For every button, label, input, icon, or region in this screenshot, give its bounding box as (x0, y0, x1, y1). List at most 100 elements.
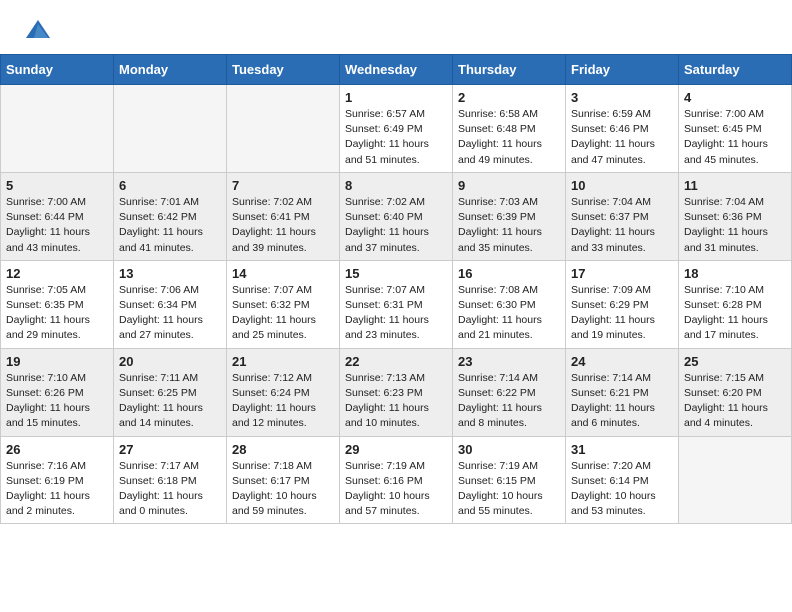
day-info: Sunrise: 7:20 AM Sunset: 6:14 PM Dayligh… (571, 459, 673, 520)
calendar-day: 25 Sunrise: 7:15 AM Sunset: 6:20 PM Dayli… (679, 348, 792, 436)
calendar-day: 13 Sunrise: 7:06 AM Sunset: 6:34 PM Dayli… (114, 260, 227, 348)
day-info: Sunrise: 7:06 AM Sunset: 6:34 PM Dayligh… (119, 283, 221, 344)
calendar-day: 6 Sunrise: 7:01 AM Sunset: 6:42 PM Daylig… (114, 172, 227, 260)
day-number: 7 (232, 178, 334, 193)
day-number: 31 (571, 442, 673, 457)
day-info: Sunrise: 7:15 AM Sunset: 6:20 PM Dayligh… (684, 371, 786, 432)
day-info: Sunrise: 7:11 AM Sunset: 6:25 PM Dayligh… (119, 371, 221, 432)
day-info: Sunrise: 7:10 AM Sunset: 6:28 PM Dayligh… (684, 283, 786, 344)
calendar-day (114, 85, 227, 173)
weekday-header-tuesday: Tuesday (227, 55, 340, 85)
day-info: Sunrise: 7:01 AM Sunset: 6:42 PM Dayligh… (119, 195, 221, 256)
day-info: Sunrise: 7:07 AM Sunset: 6:31 PM Dayligh… (345, 283, 447, 344)
calendar-day: 27Sunrise: 7:17 AM Sunset: 6:18 PM Dayli… (114, 436, 227, 524)
day-info: Sunrise: 7:09 AM Sunset: 6:29 PM Dayligh… (571, 283, 673, 344)
day-number: 24 (571, 354, 673, 369)
day-number: 14 (232, 266, 334, 281)
day-info: Sunrise: 7:00 AM Sunset: 6:45 PM Dayligh… (684, 107, 786, 168)
calendar-day: 29Sunrise: 7:19 AM Sunset: 6:16 PM Dayli… (340, 436, 453, 524)
day-number: 30 (458, 442, 560, 457)
calendar-day: 31 Sunrise: 7:20 AM Sunset: 6:14 PM Dayli… (566, 436, 679, 524)
calendar-day: 19Sunrise: 7:10 AM Sunset: 6:26 PM Dayli… (1, 348, 114, 436)
day-info: Sunrise: 7:04 AM Sunset: 6:37 PM Dayligh… (571, 195, 673, 256)
day-info: Sunrise: 7:02 AM Sunset: 6:41 PM Dayligh… (232, 195, 334, 256)
day-number: 22 (345, 354, 447, 369)
day-number: 17 (571, 266, 673, 281)
calendar-day: 1 Sunrise: 6:57 AM Sunset: 6:49 PM Daylig… (340, 85, 453, 173)
calendar-day: 12 Sunrise: 7:05 AM Sunset: 6:35 PM Dayli… (1, 260, 114, 348)
calendar-day: 5Sunrise: 7:00 AM Sunset: 6:44 PM Daylig… (1, 172, 114, 260)
day-info: Sunrise: 7:14 AM Sunset: 6:21 PM Dayligh… (571, 371, 673, 432)
calendar-day (227, 85, 340, 173)
calendar-day: 7 Sunrise: 7:02 AM Sunset: 6:41 PM Daylig… (227, 172, 340, 260)
weekday-header-row: SundayMondayTuesdayWednesdayThursdayFrid… (1, 55, 792, 85)
day-info: Sunrise: 7:05 AM Sunset: 6:35 PM Dayligh… (6, 283, 108, 344)
calendar-day: 28 Sunrise: 7:18 AM Sunset: 6:17 PM Dayli… (227, 436, 340, 524)
calendar-day: 23Sunrise: 7:14 AM Sunset: 6:22 PM Dayli… (453, 348, 566, 436)
day-info: Sunrise: 7:19 AM Sunset: 6:15 PM Dayligh… (458, 459, 560, 520)
calendar-day: 2Sunrise: 6:58 AM Sunset: 6:48 PM Daylig… (453, 85, 566, 173)
day-number: 4 (684, 90, 786, 105)
calendar-day: 20 Sunrise: 7:11 AM Sunset: 6:25 PM Dayli… (114, 348, 227, 436)
day-number: 6 (119, 178, 221, 193)
calendar-week-2: 5Sunrise: 7:00 AM Sunset: 6:44 PM Daylig… (1, 172, 792, 260)
day-number: 12 (6, 266, 108, 281)
day-info: Sunrise: 7:14 AM Sunset: 6:22 PM Dayligh… (458, 371, 560, 432)
day-number: 16 (458, 266, 560, 281)
calendar-week-4: 19Sunrise: 7:10 AM Sunset: 6:26 PM Dayli… (1, 348, 792, 436)
day-number: 25 (684, 354, 786, 369)
weekday-header-friday: Friday (566, 55, 679, 85)
logo (20, 16, 52, 44)
calendar-week-3: 12 Sunrise: 7:05 AM Sunset: 6:35 PM Dayli… (1, 260, 792, 348)
day-number: 20 (119, 354, 221, 369)
calendar-day: 8Sunrise: 7:02 AM Sunset: 6:40 PM Daylig… (340, 172, 453, 260)
calendar-day: 9 Sunrise: 7:03 AM Sunset: 6:39 PM Daylig… (453, 172, 566, 260)
day-info: Sunrise: 7:13 AM Sunset: 6:23 PM Dayligh… (345, 371, 447, 432)
calendar-table: SundayMondayTuesdayWednesdayThursdayFrid… (0, 54, 792, 524)
day-number: 10 (571, 178, 673, 193)
day-info: Sunrise: 7:07 AM Sunset: 6:32 PM Dayligh… (232, 283, 334, 344)
day-info: Sunrise: 7:19 AM Sunset: 6:16 PM Dayligh… (345, 459, 447, 520)
day-info: Sunrise: 6:57 AM Sunset: 6:49 PM Dayligh… (345, 107, 447, 168)
calendar-day (1, 85, 114, 173)
day-number: 9 (458, 178, 560, 193)
calendar-day: 26 Sunrise: 7:16 AM Sunset: 6:19 PM Dayli… (1, 436, 114, 524)
day-info: Sunrise: 7:17 AM Sunset: 6:18 PM Dayligh… (119, 459, 221, 520)
day-info: Sunrise: 7:16 AM Sunset: 6:19 PM Dayligh… (6, 459, 108, 520)
day-number: 1 (345, 90, 447, 105)
calendar-day: 30 Sunrise: 7:19 AM Sunset: 6:15 PM Dayli… (453, 436, 566, 524)
day-info: Sunrise: 7:00 AM Sunset: 6:44 PM Dayligh… (6, 195, 108, 256)
weekday-header-thursday: Thursday (453, 55, 566, 85)
day-info: Sunrise: 7:10 AM Sunset: 6:26 PM Dayligh… (6, 371, 108, 432)
calendar-day: 17 Sunrise: 7:09 AM Sunset: 6:29 PM Dayli… (566, 260, 679, 348)
day-info: Sunrise: 6:59 AM Sunset: 6:46 PM Dayligh… (571, 107, 673, 168)
day-number: 11 (684, 178, 786, 193)
calendar-day: 16 Sunrise: 7:08 AM Sunset: 6:30 PM Dayli… (453, 260, 566, 348)
weekday-header-wednesday: Wednesday (340, 55, 453, 85)
page-header (0, 0, 792, 54)
logo-icon (24, 16, 52, 44)
day-number: 28 (232, 442, 334, 457)
calendar-day (679, 436, 792, 524)
weekday-header-sunday: Sunday (1, 55, 114, 85)
calendar-day: 4 Sunrise: 7:00 AM Sunset: 6:45 PM Daylig… (679, 85, 792, 173)
day-number: 21 (232, 354, 334, 369)
day-number: 18 (684, 266, 786, 281)
calendar-day: 15 Sunrise: 7:07 AM Sunset: 6:31 PM Dayli… (340, 260, 453, 348)
calendar-week-1: 1 Sunrise: 6:57 AM Sunset: 6:49 PM Daylig… (1, 85, 792, 173)
day-number: 2 (458, 90, 560, 105)
weekday-header-saturday: Saturday (679, 55, 792, 85)
day-number: 8 (345, 178, 447, 193)
calendar-day: 24 Sunrise: 7:14 AM Sunset: 6:21 PM Dayli… (566, 348, 679, 436)
day-number: 13 (119, 266, 221, 281)
day-number: 26 (6, 442, 108, 457)
calendar-day: 11Sunrise: 7:04 AM Sunset: 6:36 PM Dayli… (679, 172, 792, 260)
day-number: 3 (571, 90, 673, 105)
day-info: Sunrise: 7:08 AM Sunset: 6:30 PM Dayligh… (458, 283, 560, 344)
calendar-week-5: 26 Sunrise: 7:16 AM Sunset: 6:19 PM Dayli… (1, 436, 792, 524)
calendar-day: 3 Sunrise: 6:59 AM Sunset: 6:46 PM Daylig… (566, 85, 679, 173)
calendar-day: 21Sunrise: 7:12 AM Sunset: 6:24 PM Dayli… (227, 348, 340, 436)
day-number: 15 (345, 266, 447, 281)
day-info: Sunrise: 7:18 AM Sunset: 6:17 PM Dayligh… (232, 459, 334, 520)
day-info: Sunrise: 7:03 AM Sunset: 6:39 PM Dayligh… (458, 195, 560, 256)
